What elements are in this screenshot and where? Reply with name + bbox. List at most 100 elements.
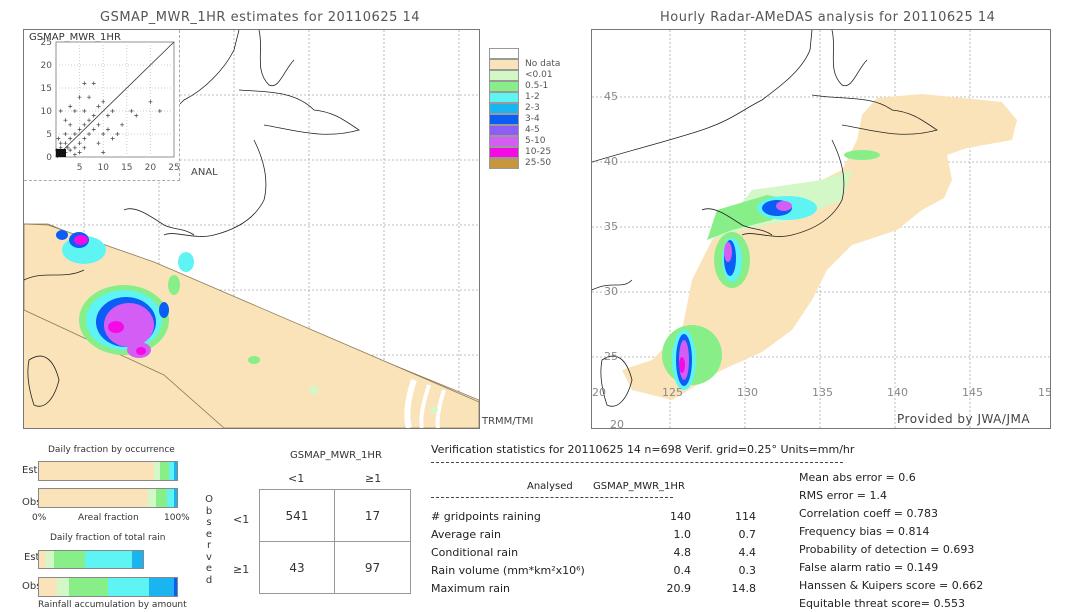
- verification-header: Verification statistics for 20110625 14 …: [431, 443, 855, 456]
- scatter-x-tick: 25: [168, 163, 179, 173]
- total-rain-segment: [53, 551, 85, 568]
- col-analysed: Analysed: [527, 481, 573, 492]
- occurrence-x-label: Areal fraction: [78, 513, 139, 523]
- contingency-cell: 17: [334, 489, 411, 542]
- occurrence-obs-bar: [38, 488, 178, 508]
- stats-row-analysed: 0.4: [673, 564, 692, 577]
- score-item: Probability of detection = 0.693: [799, 543, 975, 556]
- scatter-y-tick: 0: [46, 153, 52, 163]
- total-rain-title: Daily fraction of total rain: [50, 533, 166, 543]
- stats-row-estimate: 4.4: [738, 546, 757, 559]
- stats-row: Average rain 1.0 0.7: [431, 528, 771, 544]
- total-rain-segment: [149, 578, 175, 596]
- right-panel-title: Hourly Radar-AMeDAS analysis for 2011062…: [660, 10, 996, 25]
- latitude-tick-label: 25: [604, 350, 618, 363]
- stats-row-estimate: 114: [735, 510, 756, 523]
- contingency-col-header-ge1: ≥1: [365, 472, 382, 485]
- total-rain-segment: [39, 578, 57, 596]
- legend-swatch: [489, 48, 519, 59]
- contingency-row-header-ge1: ≥1: [233, 563, 250, 576]
- legend-label: No data: [525, 59, 561, 69]
- scatter-inset: GSMAP_MWR_1HR 25 20 15 10 5 0 5 10 15 20 25: [24, 30, 180, 181]
- legend-swatch: [489, 158, 519, 169]
- left-panel-title: GSMAP_MWR_1HR estimates for 20110625 14: [100, 10, 421, 25]
- legend-label: 3-4: [525, 114, 540, 124]
- score-item: Equitable threat score= 0.553: [799, 597, 965, 610]
- legend-label: 0.5-1: [525, 81, 549, 91]
- legend-label: 1-2: [525, 92, 540, 102]
- contingency-row-header-lt1: <1: [233, 513, 250, 526]
- longitude-tick-label: 130: [737, 386, 758, 399]
- occurrence-segment: [148, 489, 157, 507]
- legend-swatch: [489, 136, 519, 147]
- occurrence-segment: [174, 489, 177, 507]
- contingency-cell: 541: [259, 489, 335, 542]
- contingency-cell: 43: [259, 541, 335, 594]
- longitude-tick-label: 135: [812, 386, 833, 399]
- contingency-cell: 97: [334, 541, 411, 594]
- scatter-x-tick: 5: [77, 163, 83, 173]
- occurrence-segment: [174, 462, 177, 480]
- occurrence-est-bar: [38, 461, 178, 481]
- scatter-x-tick: 10: [97, 163, 109, 173]
- scatter-y-tick: 25: [41, 38, 52, 48]
- stats-row-estimate: 0.3: [738, 564, 757, 577]
- stats-row-label: # gridpoints raining: [431, 510, 541, 523]
- total-rain-segment: [39, 551, 47, 568]
- sensor-label: TRMM/TMI: [482, 416, 534, 427]
- legend-swatch: [489, 70, 519, 81]
- stats-row: Conditional rain 4.8 4.4: [431, 546, 771, 562]
- scatter-plot: 25 20 15 10 5 0 5 10 15 20 25: [41, 38, 179, 173]
- stats-row-label: Rain volume (mm*km²x10⁶): [431, 564, 585, 577]
- col-estimate: GSMAP_MWR_1HR: [593, 481, 685, 492]
- occurrence-segment: [153, 462, 161, 480]
- right-map: 45 40 35 30 25 20 20 125 130 135 140 145 15 Provide…: [591, 29, 1051, 429]
- contingency-col-header-lt1: <1: [288, 472, 305, 485]
- legend-label: 2-3: [525, 103, 540, 113]
- score-item: False alarm ratio = 0.149: [799, 561, 939, 574]
- left-map: GSMAP_MWR_1HR 25 20 15 10 5 0 5 10 15 20 25 ANAL: [23, 29, 480, 429]
- occurrence-segment: [39, 462, 154, 480]
- longitude-tick-label: 140: [887, 386, 908, 399]
- occurrence-x-right: 100%: [164, 513, 190, 523]
- stats-row-label: Maximum rain: [431, 582, 510, 595]
- total-rain-obs-bar: [38, 577, 178, 597]
- longitude-tick-label: 125: [662, 386, 683, 399]
- score-item: Frequency bias = 0.814: [799, 525, 930, 538]
- legend-swatch: [489, 103, 519, 114]
- latitude-tick-label: 45: [604, 90, 618, 103]
- legend-label: 4-5: [525, 125, 540, 135]
- longitude-ticks: 20 125 130 135 140 145 15: [592, 386, 1050, 402]
- stats-row: Rain volume (mm*km²x10⁶) 0.4 0.3: [431, 564, 771, 580]
- occurrence-segment: [156, 489, 168, 507]
- occurrence-title: Daily fraction by occurrence: [48, 445, 175, 455]
- total-rain-segment: [56, 578, 70, 596]
- total-rain-segment: [174, 578, 177, 596]
- score-item: Hanssen & Kuipers score = 0.662: [799, 579, 984, 592]
- legend-label: 10-25: [525, 147, 552, 157]
- scatter-x-tick: 20: [145, 163, 157, 173]
- legend-label: 5-10: [525, 136, 546, 146]
- total-rain-footer: Rainfall accumulation by amount: [38, 600, 187, 610]
- scatter-y-tick: 5: [46, 130, 52, 140]
- legend-swatch: [489, 114, 519, 125]
- occurrence-x-left: 0%: [32, 513, 47, 523]
- total-rain-segment: [69, 578, 108, 596]
- stats-row-analysed: 1.0: [673, 528, 692, 541]
- latitude-tick-label: 30: [604, 285, 618, 298]
- stats-row-estimate: 14.8: [731, 582, 757, 595]
- right-map-canvas: [592, 30, 1050, 428]
- score-item: Correlation coeff = 0.783: [799, 507, 938, 520]
- stats-row-label: Conditional rain: [431, 546, 519, 559]
- legend-swatch: [489, 92, 519, 103]
- header-divider: [431, 462, 843, 463]
- legend-swatch: [489, 81, 519, 92]
- occurrence-segment: [39, 489, 149, 507]
- legend-label: 25-50: [525, 158, 552, 168]
- stats-row-estimate: 0.7: [738, 528, 757, 541]
- occurrence-est-label: Est: [22, 465, 38, 476]
- total-rain-est-bar: [38, 550, 144, 569]
- latitude-tick-label: 40: [604, 155, 618, 168]
- score-item: RMS error = 1.4: [799, 489, 887, 502]
- longitude-tick-label: 145: [962, 386, 983, 399]
